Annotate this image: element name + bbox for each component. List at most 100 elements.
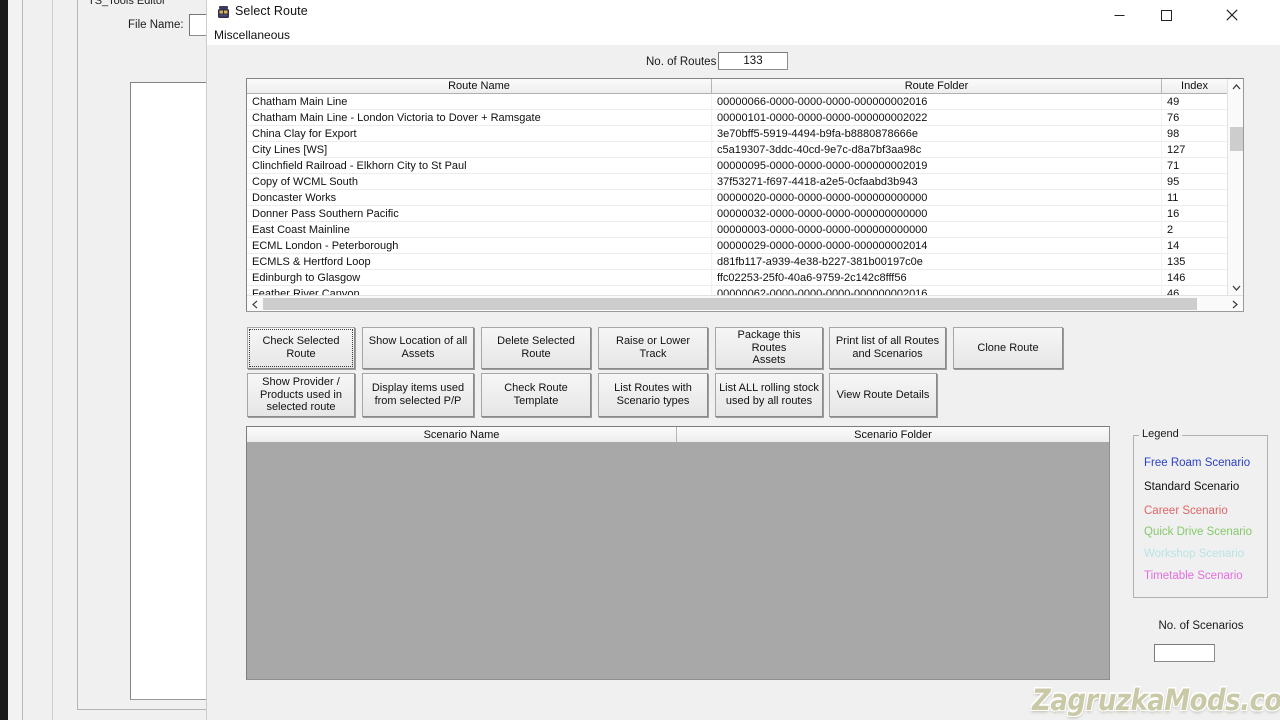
- route-folder-cell: 00000032-0000-0000-0000-000000000000: [712, 206, 1162, 222]
- table-row[interactable]: Chatham Main Line 00000066-0000-0000-0000…: [247, 94, 1227, 110]
- scroll-right-icon[interactable]: [1227, 296, 1243, 312]
- route-folder-cell: 37f53271-f697-4418-a2e5-0cfaabd3b943: [712, 174, 1162, 190]
- routes-table[interactable]: Route Name Route Folder Index Chatham Ma…: [246, 78, 1244, 312]
- route-folder-cell: 3e70bff5-5919-4494-b9fa-b8880878666e: [712, 126, 1162, 142]
- scroll-up-icon[interactable]: [1228, 79, 1244, 95]
- route-folder-cell: 00000020-0000-0000-0000-000000000000: [712, 190, 1162, 206]
- route-folder-cell: 00000095-0000-0000-0000-000000002019: [712, 158, 1162, 174]
- table-row[interactable]: Copy of WCML South 37f53271-f697-4418-a2e…: [247, 174, 1227, 190]
- table-row[interactable]: ECMLS & Hertford Loop d81fb117-a939-4e38-…: [247, 254, 1227, 270]
- no-of-scenarios-value: [1154, 644, 1215, 662]
- route-name-cell: Donner Pass Southern Pacific: [247, 206, 712, 222]
- table-row[interactable]: City Lines [WS] c5a19307-3ddc-40cd-9e7c-d…: [247, 142, 1227, 158]
- list-routes-with-scenario-types-button[interactable]: List Routes with Scenario types: [598, 373, 708, 417]
- route-index-cell: 16: [1167, 208, 1180, 220]
- no-of-routes-label: No. of Routes: [646, 56, 717, 68]
- route-name-cell: Copy of WCML South: [247, 174, 712, 190]
- route-folder-cell: 00000029-0000-0000-0000-000000002014: [712, 238, 1162, 254]
- delete-selected-route-button[interactable]: Delete Selected Route: [481, 327, 591, 369]
- routes-hscroll-thumb[interactable]: [263, 298, 1197, 310]
- menu-item-miscellaneous[interactable]: Miscellaneous: [212, 28, 292, 42]
- route-index-cell: 127: [1167, 144, 1186, 156]
- no-of-scenarios-label: No. of Scenarios: [1158, 620, 1244, 632]
- app-icon: [217, 5, 230, 20]
- file-name-label: File Name:: [128, 19, 184, 31]
- close-icon[interactable]: [1209, 0, 1254, 30]
- background-window-left-margin: [8, 0, 22, 720]
- check-selected-route-button[interactable]: Check Selected Route: [247, 327, 355, 369]
- legend-item-career-scenario: Career Scenario: [1144, 505, 1228, 517]
- scenario-table-body: [247, 443, 1109, 679]
- legend-title: Legend: [1139, 428, 1182, 440]
- table-row[interactable]: Clinchfield Railroad - Elkhorn City to S…: [247, 158, 1227, 174]
- table-row[interactable]: ECML London - Peterborough 00000029-0000-…: [247, 238, 1227, 254]
- route-index-cell: 98: [1167, 128, 1180, 140]
- raise-or-lower-track-button[interactable]: Raise or Lower Track: [598, 327, 708, 369]
- dialog-title: Select Route: [235, 4, 308, 18]
- routes-column-header-route-name[interactable]: Route Name: [247, 79, 712, 94]
- print-list-of-all-routes-and-scenarios-button[interactable]: Print list of all Routes and Scenarios: [829, 327, 946, 369]
- route-index-cell: 95: [1167, 176, 1180, 188]
- no-of-routes-value: 133: [718, 52, 788, 70]
- screen-root: TS_Tools Editor File Name: Select Route: [0, 0, 1280, 720]
- route-index-cell: 76: [1167, 112, 1180, 124]
- dialog-menubar: Miscellaneous: [207, 28, 1280, 45]
- routes-table-body: Chatham Main Line 00000066-0000-0000-0000…: [247, 94, 1227, 297]
- scroll-down-icon[interactable]: [1228, 280, 1244, 296]
- show-provider-products-used-in-selected-route-button[interactable]: Show Provider / Products used in selecte…: [247, 373, 355, 417]
- dialog-body: No. of Routes 133 Route Name Route Folde…: [207, 45, 1280, 720]
- legend-item-quick-drive-scenario: Quick Drive Scenario: [1144, 526, 1253, 538]
- background-window-divider-2: [52, 0, 53, 720]
- route-index-cell: 2: [1167, 224, 1174, 236]
- maximize-icon[interactable]: [1144, 0, 1189, 30]
- table-row[interactable]: Chatham Main Line - London Victoria to D…: [247, 110, 1227, 126]
- select-route-dialog: Select Route Miscellaneous No. of Routes…: [206, 0, 1280, 720]
- show-location-of-all-assets-button[interactable]: Show Location of all Assets: [362, 327, 474, 369]
- scenario-column-header-scenario-name[interactable]: Scenario Name: [247, 427, 677, 443]
- dialog-titlebar[interactable]: Select Route: [207, 0, 1280, 30]
- minimize-icon[interactable]: [1097, 0, 1142, 30]
- table-row[interactable]: Donner Pass Southern Pacific 00000032-000…: [247, 206, 1227, 222]
- route-name-cell: Chatham Main Line - London Victoria to D…: [247, 110, 712, 126]
- watermark: ZagruzkaMods.com: [1032, 684, 1280, 718]
- check-route-template-button[interactable]: Check Route Template: [481, 373, 591, 417]
- routes-column-header-index[interactable]: Index: [1162, 79, 1227, 94]
- view-route-details-button[interactable]: View Route Details: [829, 373, 937, 417]
- table-row[interactable]: China Clay for Export 3e70bff5-5919-4494-…: [247, 126, 1227, 142]
- route-index-cell: 71: [1167, 160, 1180, 172]
- table-row[interactable]: Doncaster Works 00000020-0000-0000-0000-0…: [247, 190, 1227, 206]
- routes-table-horizontal-scrollbar[interactable]: [247, 295, 1243, 311]
- route-index-cell: 146: [1167, 272, 1186, 284]
- route-name-cell: ECML London - Peterborough: [247, 238, 712, 254]
- scenario-table-header: Scenario Name Scenario Folder: [247, 427, 1109, 443]
- list-all-rolling-stock-used-by-all-routes-button[interactable]: List ALL rolling stock used by all route…: [715, 373, 823, 417]
- route-name-cell: East Coast Mainline: [247, 222, 712, 238]
- route-name-cell: City Lines [WS]: [247, 142, 712, 158]
- route-index-cell: 11: [1167, 192, 1179, 204]
- route-folder-cell: ffc02253-25f0-40a6-9759-2c142c8fff56: [712, 270, 1162, 286]
- clone-route-button[interactable]: Clone Route: [953, 327, 1063, 369]
- display-items-used-from-selected-pp-button[interactable]: Display items used from selected P/P: [362, 373, 474, 417]
- routes-scroll-thumb[interactable]: [1230, 127, 1243, 151]
- routes-table-vertical-scrollbar[interactable]: [1227, 79, 1243, 296]
- scenario-table[interactable]: Scenario Name Scenario Folder: [246, 426, 1110, 680]
- route-name-cell: China Clay for Export: [247, 126, 712, 142]
- legend-item-free-roam-scenario: Free Roam Scenario: [1144, 457, 1251, 469]
- routes-table-header: Route Name Route Folder Index: [247, 79, 1227, 94]
- route-folder-cell: 00000101-0000-0000-0000-000000002022: [712, 110, 1162, 126]
- route-name-cell: Doncaster Works: [247, 190, 712, 206]
- background-window-ts-tools-editor: TS_Tools Editor File Name:: [23, 0, 229, 720]
- route-folder-cell: c5a19307-3ddc-40cd-9e7c-d8a7bf3aa98c: [712, 142, 1162, 158]
- table-row[interactable]: Edinburgh to Glasgow ffc02253-25f0-40a6-9…: [247, 270, 1227, 286]
- package-this-routes-assets-button[interactable]: Package this Routes Assets: [715, 327, 823, 369]
- scenario-column-header-scenario-folder[interactable]: Scenario Folder: [677, 427, 1109, 443]
- table-row[interactable]: East Coast Mainline 00000003-0000-0000-00…: [247, 222, 1227, 238]
- route-index-cell: 135: [1167, 256, 1186, 268]
- legend-item-timetable-scenario: Timetable Scenario: [1144, 570, 1243, 582]
- route-index-cell: 14: [1167, 240, 1180, 252]
- legend-item-workshop-scenario: Workshop Scenario: [1144, 548, 1245, 560]
- routes-column-header-route-folder[interactable]: Route Folder: [712, 79, 1162, 94]
- route-name-cell: Chatham Main Line: [247, 94, 712, 110]
- route-folder-cell: 00000066-0000-0000-0000-000000002016: [712, 94, 1162, 110]
- scroll-left-icon[interactable]: [247, 296, 263, 312]
